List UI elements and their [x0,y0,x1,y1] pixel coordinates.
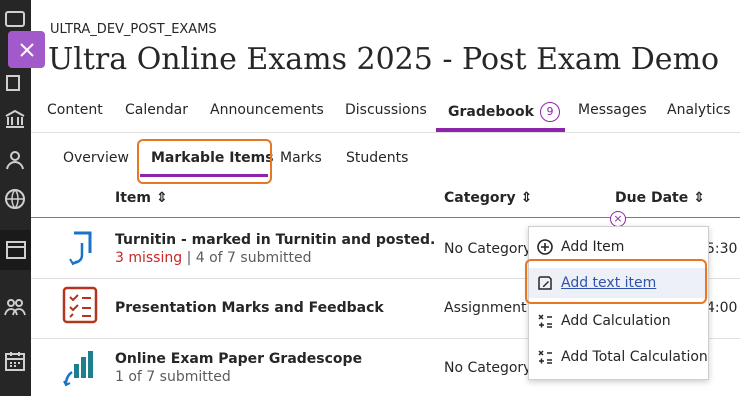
tab-analytics[interactable]: Analytics [667,102,731,118]
item-title-presentation[interactable]: Presentation Marks and Feedback [115,300,384,316]
tab-discussions[interactable]: Discussions [345,102,427,118]
item-due-date: 4:00 [706,300,738,316]
submitted-count: 4 of 7 submitted [195,250,312,266]
tab-messages[interactable]: Messages [578,102,647,118]
column-item-label: Item [115,190,151,206]
item-category: Assignment [444,300,527,316]
close-course-button[interactable] [8,31,45,68]
menu-add-total-calculation-label: Add Total Calculation [561,349,708,365]
course-title: Ultra Online Exams 2025 - Post Exam Demo [48,42,720,77]
profile-icon[interactable] [4,149,26,171]
highlight-box-add-text-item [525,259,707,304]
item-category: No Category [444,360,532,376]
menu-add-item[interactable]: Add Item [529,232,708,262]
gradescope-icon [62,348,98,392]
column-due-date-label: Due Date [615,190,689,206]
menu-add-calculation[interactable]: Add Calculation [529,306,708,336]
menu-add-calculation-label: Add Calculation [561,313,671,329]
menu-add-total-calculation[interactable]: Add Total Calculation [529,342,708,372]
highlight-box-markable-items [137,139,272,184]
item-title-gradescope[interactable]: Online Exam Paper Gradescope [115,351,362,367]
tab-announcements[interactable]: Announcements [210,102,324,118]
add-item-toggle-icon[interactable]: × [610,211,626,227]
add-item-divider [31,217,740,218]
turnitin-icon [68,230,94,270]
missing-count[interactable]: 3 missing [115,250,182,266]
tab-gradebook[interactable]: Gradebook 9 [448,102,560,122]
tab-calendar[interactable]: Calendar [125,102,188,118]
close-icon [19,42,34,57]
courses-icon[interactable] [4,72,26,94]
sort-icon: ⇕ [693,190,705,206]
grades-icon[interactable] [0,230,31,270]
column-header-due-date[interactable]: Due Date ⇕ [615,190,705,206]
active-tab-indicator [436,128,565,132]
column-header-category[interactable]: Category ⇕ [444,190,532,206]
institution-logo-icon[interactable] [4,10,26,32]
subtab-marks[interactable]: Marks [280,150,322,166]
item-due-date: 5:30 [706,241,738,257]
groups-icon[interactable] [4,296,26,318]
sort-icon: ⇕ [520,190,533,206]
total-calculation-icon [537,349,553,365]
globe-icon[interactable] [4,188,26,210]
institution-page-icon[interactable] [4,108,26,130]
column-category-label: Category [444,190,516,206]
status-separator: | [182,250,196,266]
item-title-turnitin[interactable]: Turnitin - marked in Turnitin and posted… [115,232,435,248]
plus-circle-icon [537,239,553,255]
column-header-item[interactable]: Item ⇕ [115,190,168,206]
calendar-icon[interactable] [4,350,26,372]
tab-content[interactable]: Content [47,102,103,118]
item-category: No Category [444,241,532,257]
tab-gradebook-label: Gradebook [448,104,534,120]
calculation-icon [537,313,553,329]
course-code: ULTRA_DEV_POST_EXAMS [50,22,217,37]
submitted-count: 1 of 7 submitted [115,369,231,385]
gradebook-count-badge: 9 [539,102,560,122]
subtab-overview[interactable]: Overview [63,150,129,166]
subtab-students[interactable]: Students [346,150,408,166]
item-status-turnitin: 3 missing | 4 of 7 submitted [115,250,311,266]
sort-icon: ⇕ [155,190,168,206]
menu-add-item-label: Add Item [561,239,625,255]
assignment-list-icon [62,285,98,329]
